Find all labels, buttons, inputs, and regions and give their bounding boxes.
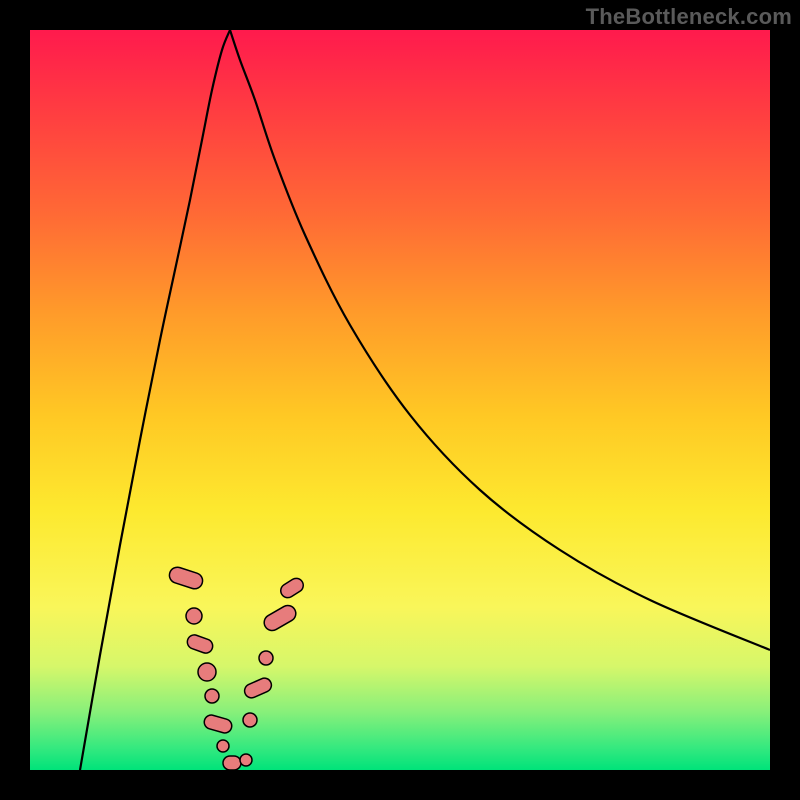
marker-8 bbox=[240, 754, 252, 766]
marker-5 bbox=[203, 713, 234, 734]
watermark-text: TheBottleneck.com bbox=[586, 4, 792, 30]
marker-12 bbox=[261, 603, 298, 634]
bottleneck-chart bbox=[30, 30, 770, 770]
marker-6 bbox=[217, 740, 229, 752]
marker-3 bbox=[198, 663, 216, 681]
marker-11 bbox=[259, 651, 273, 665]
marker-9 bbox=[243, 713, 257, 727]
curve-left-curve bbox=[80, 30, 230, 770]
marker-layer bbox=[167, 565, 306, 770]
curve-right-curve bbox=[230, 30, 770, 650]
marker-1 bbox=[186, 608, 202, 624]
curve-layer bbox=[80, 30, 770, 770]
marker-13 bbox=[278, 576, 306, 601]
marker-2 bbox=[185, 633, 214, 655]
marker-4 bbox=[205, 689, 219, 703]
marker-10 bbox=[242, 676, 273, 700]
marker-0 bbox=[167, 565, 204, 591]
marker-7 bbox=[223, 756, 241, 770]
